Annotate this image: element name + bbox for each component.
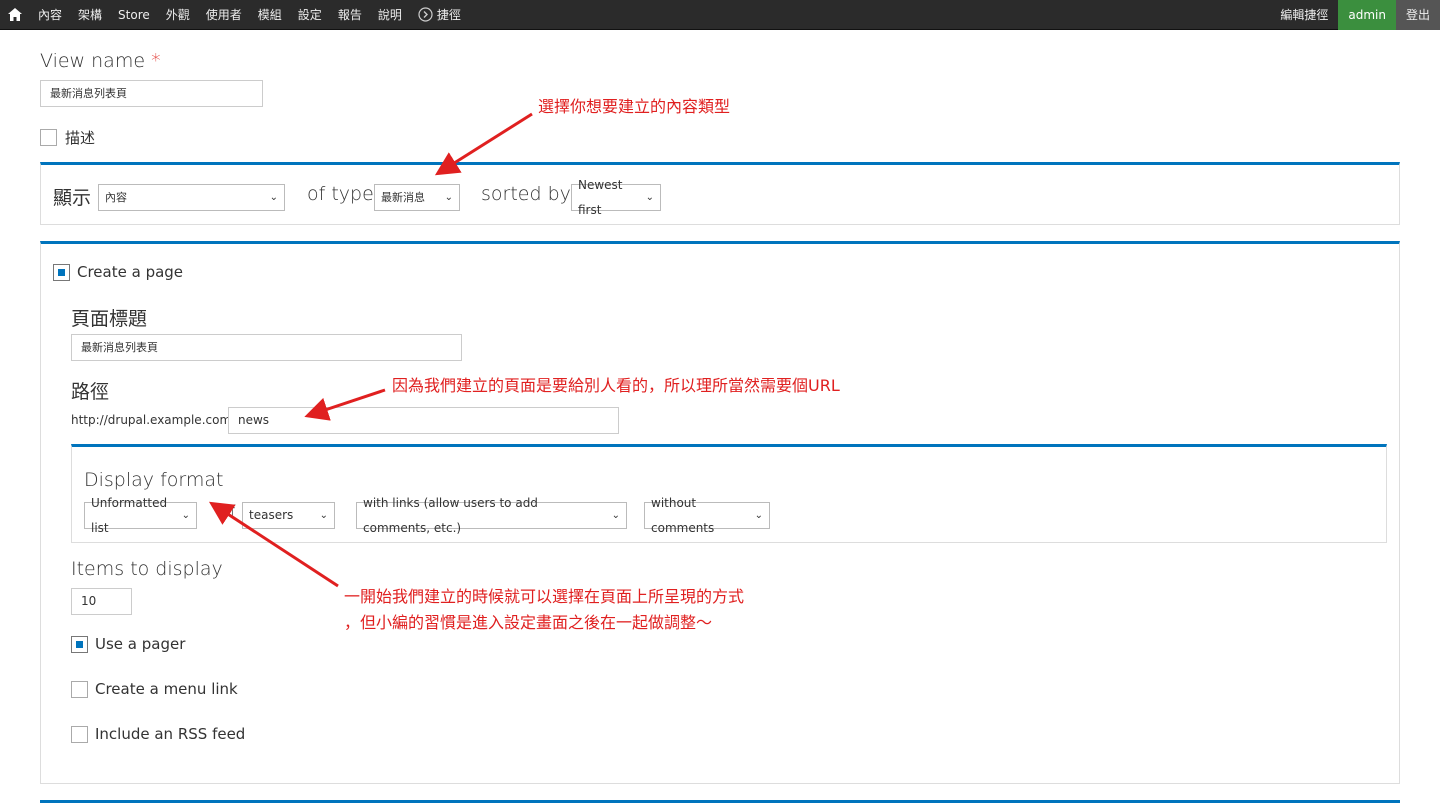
annotation-arrows bbox=[208, 112, 533, 588]
arrow-to-type-select bbox=[434, 112, 533, 176]
arrow-to-path-input bbox=[304, 388, 386, 421]
arrow-to-display-format bbox=[208, 501, 339, 588]
